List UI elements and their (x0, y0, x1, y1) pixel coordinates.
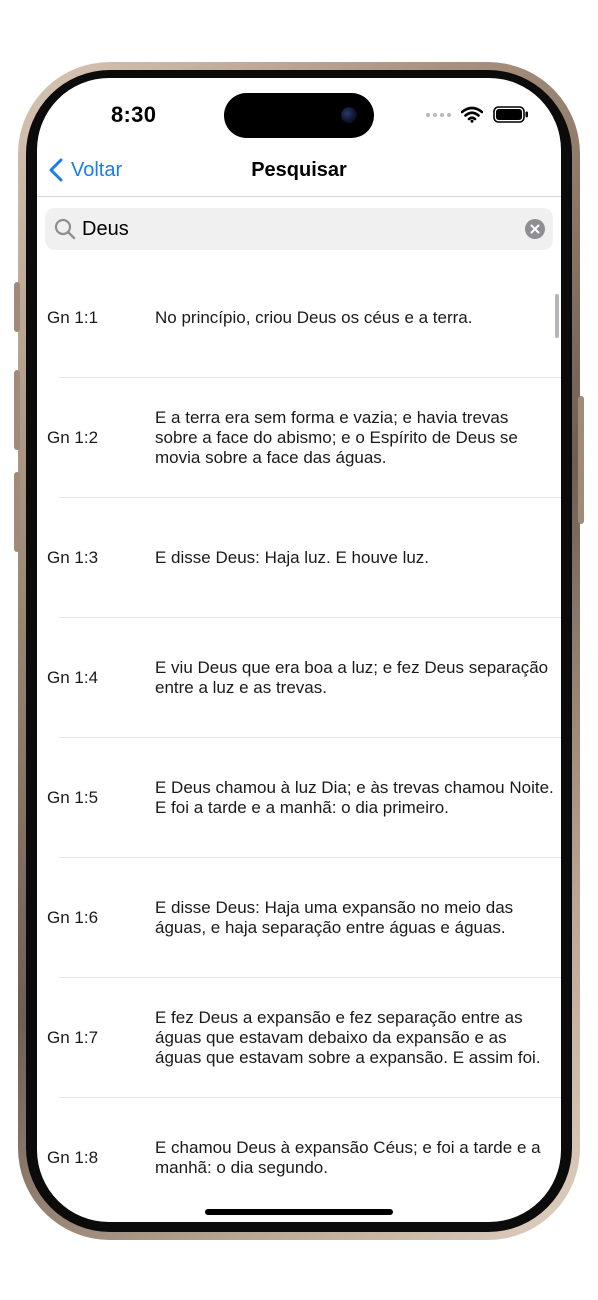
verse-text: No princípio, criou Deus os céus e a ter… (155, 308, 473, 327)
verse-reference: Gn 1:6 (47, 908, 99, 927)
signal-dots-icon (426, 112, 451, 117)
battery-icon (493, 106, 528, 123)
magnifier-icon (54, 218, 76, 240)
verse-text: E Deus chamou à luz Dia; e às trevas cha… (155, 778, 554, 817)
list-item[interactable]: Gn 1:1 No princípio, criou Deus os céus … (37, 258, 561, 378)
verse-reference: Gn 1:4 (47, 668, 99, 687)
wifi-icon (461, 106, 483, 123)
verse-reference: Gn 1:3 (47, 548, 99, 567)
list-item[interactable]: Gn 1:2 E a terra era sem forma e vazia; … (37, 378, 561, 498)
results-list: Gn 1:1 No princípio, criou Deus os céus … (37, 258, 561, 1218)
search-field[interactable]: Deus (45, 208, 553, 250)
list-item[interactable]: Gn 1:8 E chamou Deus à expansão Céus; e … (37, 1098, 561, 1218)
verse-text: E chamou Deus à expansão Céus; e foi a t… (155, 1138, 541, 1177)
verse-reference: Gn 1:2 (47, 428, 99, 447)
verse-text: E disse Deus: Haja uma expansão no meio … (155, 898, 514, 937)
side-button-power (578, 396, 584, 524)
front-camera-icon (341, 107, 357, 123)
verse-text: E fez Deus a expansão e fez separação en… (155, 1008, 541, 1067)
screen: 8:30 Voltar Pesquisar Deus Gn 1:1 No pri… (37, 78, 561, 1222)
side-button-action (14, 282, 20, 332)
list-item[interactable]: Gn 1:3 E disse Deus: Haja luz. E houve l… (37, 498, 561, 618)
verse-text: E disse Deus: Haja luz. E houve luz. (155, 548, 430, 567)
side-button-volume-up (14, 370, 20, 450)
verse-reference: Gn 1:7 (47, 1028, 99, 1047)
verse-reference: Gn 1:5 (47, 788, 99, 807)
list-item[interactable]: Gn 1:4 E viu Deus que era boa a luz; e f… (37, 618, 561, 738)
navigation-bar: Voltar Pesquisar (37, 148, 561, 197)
verse-text: E a terra era sem forma e vazia; e havia… (155, 408, 518, 467)
clear-x-icon[interactable] (525, 219, 545, 239)
status-time: 8:30 (111, 102, 157, 127)
search-input[interactable]: Deus (82, 218, 129, 241)
verse-text: E viu Deus que era boa a luz; e fez Deus… (155, 658, 549, 697)
page-title: Pesquisar (251, 159, 347, 181)
scrollbar[interactable] (555, 294, 559, 338)
list-item[interactable]: Gn 1:6 E disse Deus: Haja uma expansão n… (37, 858, 561, 978)
side-button-volume-down (14, 472, 20, 552)
verse-reference: Gn 1:8 (47, 1148, 99, 1167)
verse-reference: Gn 1:1 (47, 308, 99, 327)
list-item[interactable]: Gn 1:7 E fez Deus a expansão e fez separ… (37, 978, 561, 1098)
dynamic-island (224, 93, 374, 138)
status-icons (426, 106, 529, 123)
list-item[interactable]: Gn 1:5 E Deus chamou à luz Dia; e às tre… (37, 738, 561, 858)
home-indicator[interactable] (205, 1209, 393, 1215)
